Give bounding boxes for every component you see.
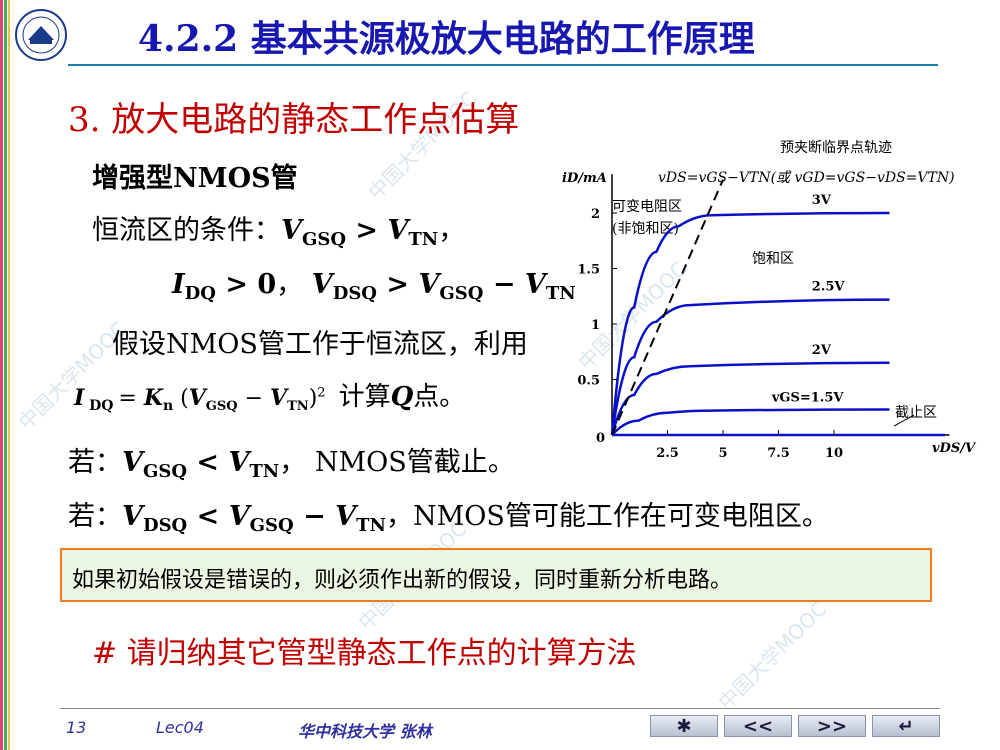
curve-label: vGS=1.5V: [771, 390, 845, 405]
if2-suffix: ，NMOS管可能工作在可变电阻区。: [385, 501, 829, 532]
left-border-green: [4, 0, 7, 750]
region-saturation: 饱和区: [752, 251, 794, 267]
formula-q: Q: [390, 382, 414, 412]
x-tick-label: 2.5: [656, 446, 679, 461]
left-border-pink: [0, 0, 3, 750]
chart-title: 预夹断临界点轨迹: [780, 140, 892, 156]
y-axis-label: iD/mA: [562, 171, 607, 186]
if1-suffix: ， NMOS管截止。: [279, 447, 515, 478]
exercise-prompt: # 请归纳其它管型静态工作点的计算方法: [92, 636, 637, 671]
curve-3v: [610, 211, 890, 436]
y-tick-label: 1: [591, 318, 600, 333]
page-title: 4.2.2 基本共源极放大电路的工作原理: [138, 18, 755, 60]
curve-label: 2V: [812, 343, 832, 358]
assumption-text: 假设NMOS管工作于恒流区，利用: [112, 329, 528, 360]
formula-end: 点。: [413, 382, 466, 412]
x-tick-label: 5: [718, 446, 727, 461]
region-variable: 可变电阻区: [612, 199, 682, 215]
if2-prefix: 若：: [68, 501, 122, 532]
curve-label: 2.5V: [812, 280, 846, 295]
note-box: 如果初始假设是错误的，则必须作出新的假设，同时重新分析电路。: [60, 548, 932, 602]
x-axis-label: vDS/V: [932, 441, 977, 456]
page-number: 13: [66, 718, 87, 737]
condition-line-2: IDQ > 0， VDSQ > VGSQ − VTN: [172, 269, 576, 304]
condition-prefix: 恒流区的条件：: [92, 215, 281, 246]
title-rule: [68, 64, 938, 66]
y-tick-label: 2: [591, 207, 600, 222]
y-tick-label: 1.5: [577, 263, 600, 278]
footer-rule: [60, 708, 940, 709]
drain-current-formula: I DQ = Kn (VGSQ − VTN)2 计算Q点。: [74, 382, 466, 414]
previous-button[interactable]: <<: [724, 715, 792, 737]
chart-curve-equation: vDS=vGS−VTN(或 vGD=vGS−vDS=VTN): [658, 170, 955, 186]
pinch-off-locus: [611, 179, 724, 436]
curve-2v: [610, 361, 890, 436]
section-title: 3. 放大电路的静态工作点估算: [68, 100, 520, 140]
formula-suffix: 计算: [338, 382, 391, 412]
transistor-type: 增强型NMOS管: [92, 163, 298, 194]
left-border-yellow: [8, 0, 10, 750]
return-button[interactable]: ↵: [872, 715, 940, 737]
university-logo: [15, 9, 67, 61]
if1-prefix: 若：: [68, 447, 122, 478]
author-label: 华中科技大学 张林: [298, 722, 432, 741]
curve-vgs1.5v: [611, 408, 890, 436]
note-text: 如果初始假设是错误的，则必须作出新的假设，同时重新分析电路。: [72, 568, 733, 593]
region-variable-sub: (非饱和区): [612, 221, 679, 237]
next-button[interactable]: >>: [798, 715, 866, 737]
y-tick-label: 0.5: [577, 374, 600, 389]
ohmic-condition: 若：VDSQ < VGSQ − VTN，NMOS管可能工作在可变电阻区。: [68, 501, 829, 536]
origin-label: 0: [596, 431, 605, 446]
watermark: 中国大学MOOC: [713, 596, 832, 715]
curve-label: 3V: [812, 193, 832, 208]
output-characteristics-chart: 预夹断临界点轨迹 vDS=vGS−VTN(或 vGD=vGS−vDS=VTN) …: [562, 140, 977, 461]
x-tick-label: 10: [825, 446, 843, 461]
x-tick-label: 7.5: [767, 446, 790, 461]
lecture-label: Lec04: [156, 718, 204, 737]
condition-line: 恒流区的条件：VGSQ > VTN，: [92, 215, 466, 250]
region-cutoff: 截止区: [895, 405, 937, 421]
cutoff-condition: 若：VGSQ < VTN， NMOS管截止。: [68, 447, 515, 482]
home-button[interactable]: ✱: [650, 715, 718, 737]
